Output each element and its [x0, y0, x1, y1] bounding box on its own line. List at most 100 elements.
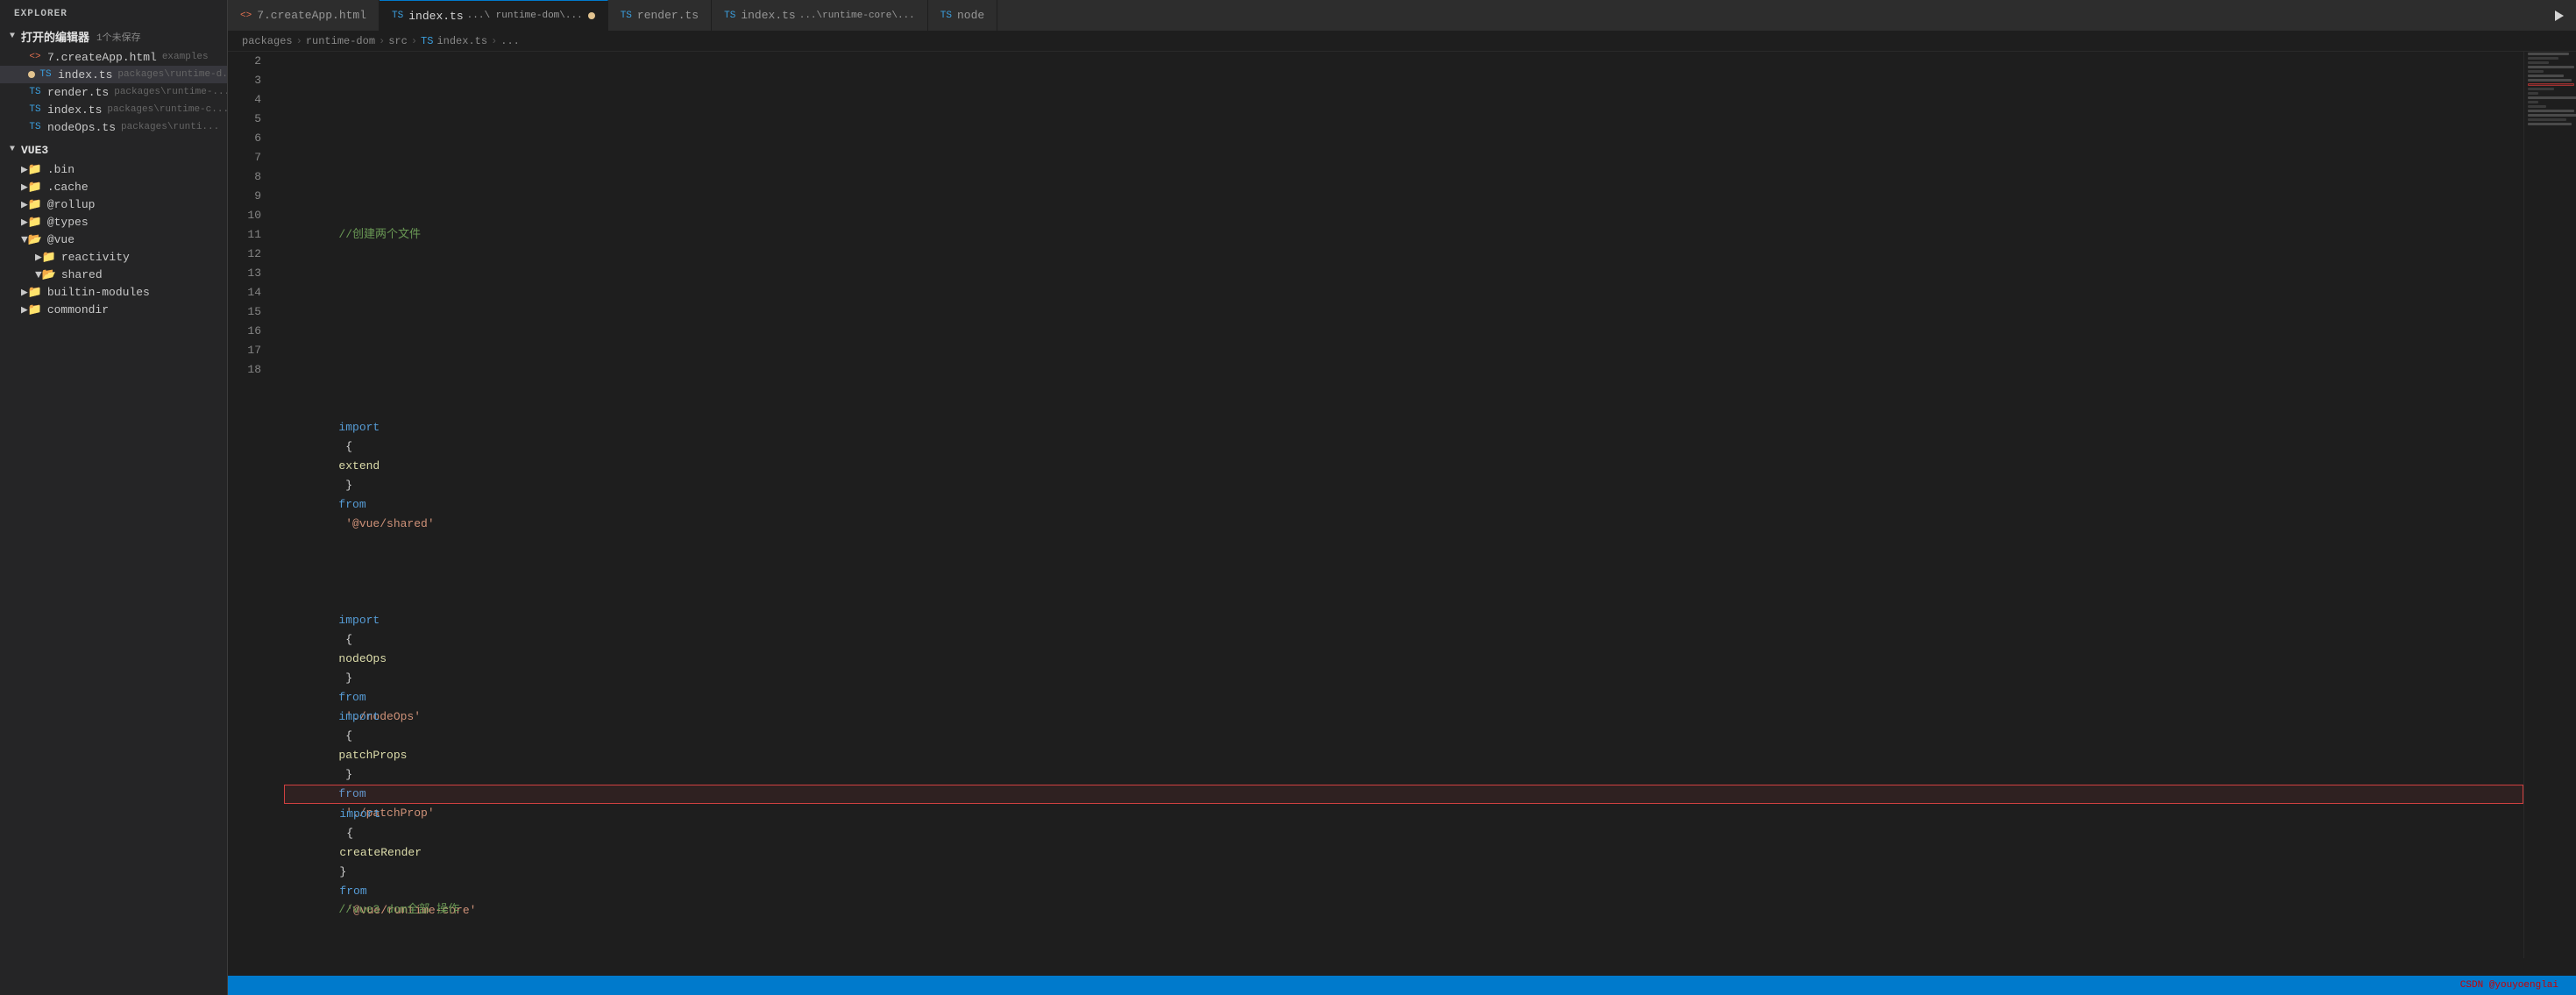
tab-render-ts[interactable]: TS render.ts	[608, 0, 712, 31]
folder-vue[interactable]: ▼ 📂 @vue	[0, 231, 227, 248]
code-token: }	[338, 768, 358, 781]
tab-path: ...\ runtime-dom\...	[467, 11, 583, 21]
folder-icon: 📂	[28, 232, 42, 246]
breadcrumb-packages[interactable]: packages	[242, 35, 293, 47]
tab-index-ts-dom[interactable]: TS index.ts ...\ runtime-dom\...	[380, 0, 608, 31]
bin-chevron: ▶	[21, 163, 28, 176]
editor-body[interactable]: 2 3 4 5 6 7 8 9 10 11 12 13 14 15 16 17 …	[228, 52, 2576, 976]
code-token: {	[339, 827, 353, 840]
tab-ts-icon: TS	[621, 11, 632, 21]
file-path: packages\runtime-...	[114, 87, 227, 97]
folder-name: @rollup	[47, 198, 96, 211]
file-name: render.ts	[47, 86, 109, 99]
code-line-9: import { createRender } from '@vue/runti…	[284, 785, 2523, 804]
ts-file-icon: TS	[28, 120, 42, 134]
code-token: import	[338, 614, 380, 627]
tab-path: ...\runtime-core\...	[799, 11, 915, 21]
folder-icon: 📂	[42, 267, 56, 281]
tab-createapp-html[interactable]: <> 7.createApp.html	[228, 0, 380, 31]
code-line-7: import { nodeOps } from './nodeOps'	[284, 592, 2523, 611]
minimap-line	[2528, 105, 2546, 108]
types-chevron: ▶	[21, 216, 28, 229]
line-num-9: 9	[228, 187, 261, 206]
code-token: }	[338, 672, 358, 685]
line-num-15: 15	[228, 302, 261, 322]
breadcrumb-sep: ›	[491, 35, 497, 47]
folder-icon: 📁	[42, 250, 56, 264]
run-icon	[2553, 10, 2565, 22]
tab-node[interactable]: TS node	[928, 0, 997, 31]
line-num-14: 14	[228, 283, 261, 302]
code-token: import	[339, 807, 380, 821]
tab-label: index.ts	[741, 9, 795, 22]
file-path: packages\runtime-d...	[117, 69, 227, 80]
vue3-label: VUE3	[21, 144, 48, 157]
code-token: patchProps	[338, 749, 407, 762]
code-token: import	[338, 421, 380, 434]
code-token: extend	[338, 459, 380, 473]
line-num-11: 11	[228, 225, 261, 245]
tab-index-ts-core[interactable]: TS index.ts ...\runtime-core\...	[712, 0, 928, 31]
vue3-section[interactable]: ▼ VUE3	[0, 139, 227, 160]
tab-label: render.ts	[637, 9, 699, 22]
file-name: 7.createApp.html	[47, 51, 157, 64]
breadcrumb-indexts[interactable]: index.ts	[436, 35, 487, 47]
file-item-createapp-html[interactable]: <> 7.createApp.html examples	[0, 48, 227, 66]
folder-name: shared	[61, 268, 103, 281]
line-num-18: 18	[228, 360, 261, 380]
code-token: }	[339, 865, 353, 878]
folder-commondir[interactable]: ▶ 📁 commondir	[0, 301, 227, 318]
folder-shared[interactable]: ▼ 📂 shared	[0, 266, 227, 283]
unsaved-dot	[28, 71, 35, 78]
code-area[interactable]: //创建两个文件 import { extend } from '@vue/sh…	[270, 52, 2523, 958]
folder-builtin[interactable]: ▶ 📁 builtin-modules	[0, 283, 227, 301]
folder-types[interactable]: ▶ 📁 @types	[0, 213, 227, 231]
file-item-nodeops-ts[interactable]: TS nodeOps.ts packages\runti...	[0, 118, 227, 136]
folder-cache[interactable]: ▶ 📁 .cache	[0, 178, 227, 195]
folder-icon: 📁	[28, 197, 42, 211]
breadcrumb: packages › runtime-dom › src › TS index.…	[228, 32, 2576, 52]
reactivity-chevron: ▶	[35, 251, 42, 264]
open-editors-section[interactable]: ▼ 打开的编辑器 1个未保存	[0, 25, 227, 48]
line-num-5: 5	[228, 110, 261, 129]
ts-file-icon: TS	[28, 103, 42, 117]
minimap-line	[2528, 70, 2544, 73]
breadcrumb-src[interactable]: src	[388, 35, 408, 47]
run-button[interactable]	[2543, 0, 2576, 31]
minimap	[2523, 52, 2576, 958]
code-token: }	[338, 479, 358, 492]
minimap-line	[2528, 57, 2558, 60]
folder-name: @vue	[47, 233, 75, 246]
minimap-line-highlight	[2528, 83, 2574, 86]
line-num-4: 4	[228, 90, 261, 110]
html-file-icon: <>	[28, 50, 42, 64]
code-token: nodeOps	[338, 652, 387, 665]
file-path: examples	[162, 52, 209, 62]
code-line-6	[284, 495, 2523, 515]
folder-rollup[interactable]: ▶ 📁 @rollup	[0, 195, 227, 213]
code-token: import	[338, 710, 380, 723]
tab-label: 7.createApp.html	[257, 9, 366, 22]
shared-chevron: ▼	[35, 268, 42, 281]
rollup-chevron: ▶	[21, 198, 28, 211]
code-token: '@vue/shared'	[338, 517, 434, 530]
commondir-chevron: ▶	[21, 303, 28, 316]
folder-icon: 📁	[28, 302, 42, 316]
folder-reactivity[interactable]: ▶ 📁 reactivity	[0, 248, 227, 266]
breadcrumb-runtime-dom[interactable]: runtime-dom	[306, 35, 375, 47]
file-item-index-ts-core[interactable]: TS index.ts packages\runtime-c...	[0, 101, 227, 118]
tab-ts-icon: TS	[724, 11, 735, 21]
ts-file-icon: TS	[28, 85, 42, 99]
line-num-7: 7	[228, 148, 261, 167]
file-item-render-ts[interactable]: TS render.ts packages\runtime-...	[0, 83, 227, 101]
line-num-6: 6	[228, 129, 261, 148]
folder-bin[interactable]: ▶ 📁 .bin	[0, 160, 227, 178]
minimap-line	[2528, 92, 2538, 95]
minimap-line	[2528, 53, 2569, 55]
minimap-line	[2528, 66, 2574, 68]
code-token: {	[338, 729, 358, 743]
file-item-index-ts-dom[interactable]: TS index.ts packages\runtime-d...	[0, 66, 227, 83]
minimap-line	[2528, 88, 2554, 90]
line-num-13: 13	[228, 264, 261, 283]
minimap-line	[2528, 114, 2576, 117]
